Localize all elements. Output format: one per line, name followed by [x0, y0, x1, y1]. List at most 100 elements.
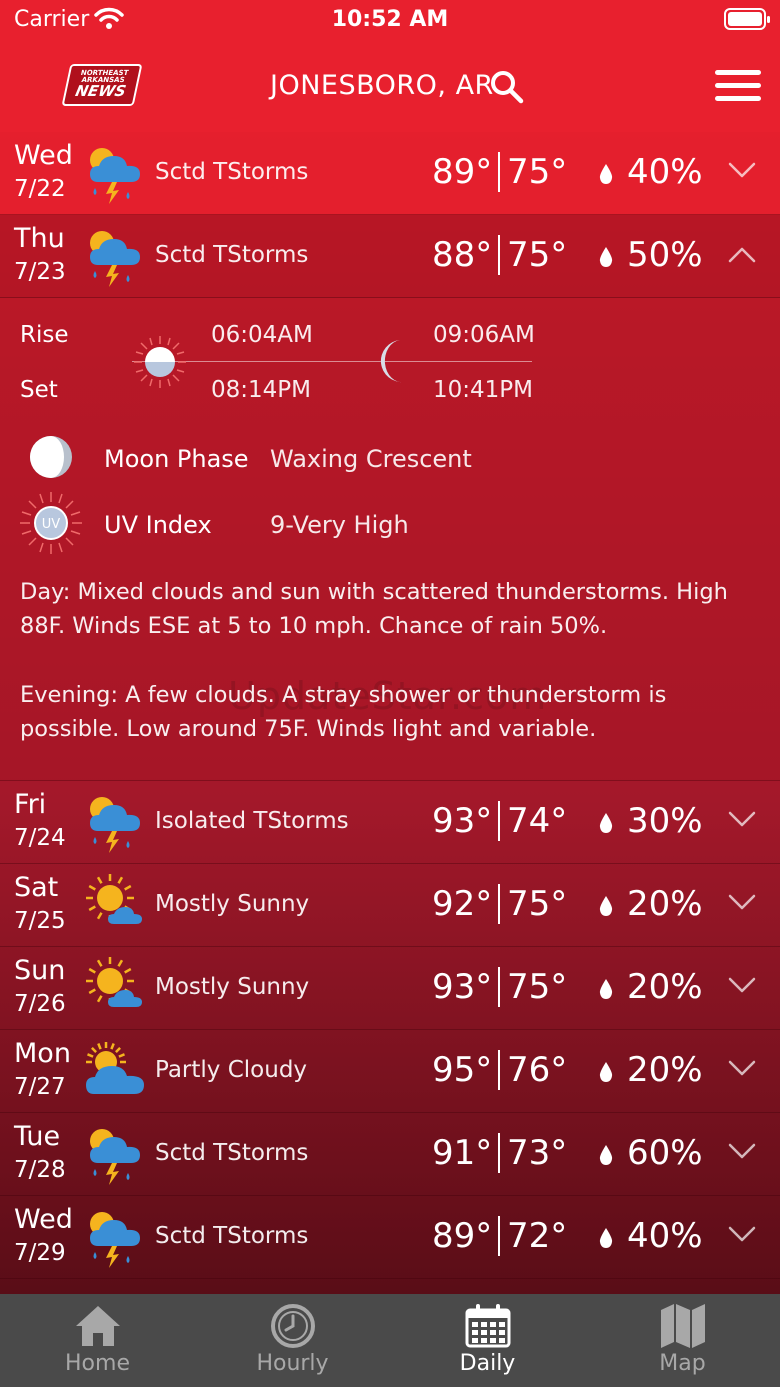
uv-index-icon: UV — [20, 492, 82, 554]
moon-phase-label: Moon Phase — [104, 445, 249, 473]
tab-daily-label: Daily — [459, 1351, 516, 1376]
high-temp: 91° — [432, 1133, 493, 1173]
bottom-tab-bar: Home Hourly Daily Map — [0, 1294, 780, 1387]
day-date: 7/28 — [14, 1157, 66, 1183]
chevron-up-icon[interactable] — [728, 245, 756, 263]
chevron-down-icon[interactable] — [728, 162, 756, 180]
uv-index-value: 9-Very High — [270, 511, 409, 539]
day-name: Wed — [14, 140, 73, 171]
high-temp: 88° — [432, 235, 493, 275]
temp-divider — [498, 1216, 500, 1256]
precip-chance: 60% — [627, 1133, 703, 1173]
clock-time: 10:52 AM — [331, 7, 449, 32]
sun-icon — [134, 336, 186, 388]
day-row[interactable]: Thu 7/23 Sctd TStorms 88° 75° 50% — [0, 215, 780, 298]
sunrise-time: 06:04AM — [211, 322, 313, 348]
tab-home-label: Home — [65, 1351, 130, 1376]
tab-daily[interactable]: Daily — [390, 1294, 585, 1387]
day-name: Fri — [14, 789, 47, 820]
chevron-down-icon[interactable] — [728, 894, 756, 912]
precip-chance: 20% — [627, 884, 703, 924]
raindrop-icon — [599, 813, 613, 833]
temp-divider — [498, 801, 500, 841]
raindrop-icon — [599, 247, 613, 267]
evening-narrative-text: : A few clouds. A stray shower or thunde… — [20, 682, 667, 742]
high-temp: 89° — [432, 1216, 493, 1256]
day-row[interactable]: Tue 7/28 Sctd TStorms 91° 73° 60% — [0, 1113, 780, 1196]
home-icon — [76, 1306, 120, 1346]
condition-text: Isolated TStorms — [155, 808, 349, 834]
day-narrative-text: : Mixed clouds and sun with scattered th… — [20, 579, 728, 639]
chevron-down-icon[interactable] — [728, 1060, 756, 1078]
chevron-down-icon[interactable] — [728, 1226, 756, 1244]
condition-text: Sctd TStorms — [155, 159, 309, 185]
hamburger-menu-icon[interactable] — [715, 70, 761, 102]
low-temp: 75° — [507, 152, 568, 192]
app-header: NORTHEAST ARKANSAS NEWS JONESBORO, AR — [0, 40, 780, 132]
moonrise-time: 09:06AM — [433, 322, 535, 348]
chevron-down-icon[interactable] — [728, 977, 756, 995]
rise-label: Rise — [20, 322, 69, 348]
day-date: 7/25 — [14, 908, 66, 934]
thunderstorm-icon — [84, 791, 146, 853]
low-temp: 74° — [507, 801, 568, 841]
chevron-down-icon[interactable] — [728, 811, 756, 829]
set-label: Set — [20, 377, 58, 403]
low-temp: 75° — [507, 967, 568, 1007]
condition-text: Mostly Sunny — [155, 974, 310, 1000]
uv-icon-text: UV — [42, 517, 61, 532]
tab-hourly-label: Hourly — [256, 1351, 329, 1376]
day-date: 7/26 — [14, 991, 66, 1017]
tab-map-label: Map — [659, 1351, 706, 1376]
condition-text: Sctd TStorms — [155, 1223, 309, 1249]
day-name: Tue — [14, 1121, 61, 1152]
high-temp: 93° — [432, 967, 493, 1007]
uv-index-label: UV Index — [104, 511, 212, 539]
moon-phase-icon — [30, 436, 72, 478]
condition-text: Mostly Sunny — [155, 891, 310, 917]
tab-hourly[interactable]: Hourly — [195, 1294, 390, 1387]
day-row[interactable]: Wed 7/22 Sctd TStorms 89° 75° 40% — [0, 132, 780, 215]
battery-icon — [724, 8, 770, 30]
chevron-down-icon[interactable] — [728, 1143, 756, 1161]
tab-map[interactable]: Map — [585, 1294, 780, 1387]
raindrop-icon — [599, 164, 613, 184]
day-narrative: Day: Mixed clouds and sun with scattered… — [20, 575, 760, 643]
clock-icon — [271, 1304, 315, 1348]
day-date: 7/24 — [14, 825, 66, 851]
temp-divider — [498, 967, 500, 1007]
mostly-sunny-icon — [84, 874, 146, 936]
precip-chance: 40% — [627, 1216, 703, 1256]
day-name: Sat — [14, 872, 59, 903]
precip-chance: 20% — [627, 967, 703, 1007]
day-date: 7/22 — [14, 176, 66, 202]
condition-text: Partly Cloudy — [155, 1057, 308, 1083]
location-title[interactable]: JONESBORO, AR — [270, 70, 494, 101]
high-temp: 95° — [432, 1050, 493, 1090]
day-date: 7/29 — [14, 1240, 66, 1266]
condition-text: Sctd TStorms — [155, 1140, 309, 1166]
mostly-sunny-icon — [84, 957, 146, 1019]
thunderstorm-icon — [84, 1123, 146, 1185]
status-bar: Carrier 10:52 AM — [0, 0, 780, 40]
day-name: Thu — [14, 223, 65, 254]
partly-cloudy-icon — [84, 1040, 146, 1102]
day-narrative-label: Day — [20, 579, 63, 605]
day-row[interactable]: Wed 7/29 Sctd TStorms 89° 72° 40% — [0, 1196, 780, 1279]
day-row[interactable]: Mon 7/27 Partly Cloudy 95° 76° 20% — [0, 1030, 780, 1113]
station-logo[interactable]: NORTHEAST ARKANSAS NEWS — [61, 64, 143, 106]
rise-set-divider — [132, 361, 532, 362]
raindrop-icon — [599, 1062, 613, 1082]
raindrop-icon — [599, 896, 613, 916]
low-temp: 73° — [507, 1133, 568, 1173]
evening-narrative-label: Evening — [20, 682, 111, 708]
day-row[interactable]: Sun 7/26 Mostly Sunny 93° 75° 20% — [0, 947, 780, 1030]
raindrop-icon — [599, 1228, 613, 1248]
tab-home[interactable]: Home — [0, 1294, 195, 1387]
map-icon — [661, 1304, 705, 1348]
day-row[interactable]: Fri 7/24 Isolated TStorms 93° 74° 30% — [0, 781, 780, 864]
raindrop-icon — [599, 979, 613, 999]
day-row[interactable]: Sat 7/25 Mostly Sunny 92° 75° 20% — [0, 864, 780, 947]
search-icon[interactable] — [490, 70, 524, 104]
evening-narrative: Evening: A few clouds. A stray shower or… — [20, 678, 760, 746]
